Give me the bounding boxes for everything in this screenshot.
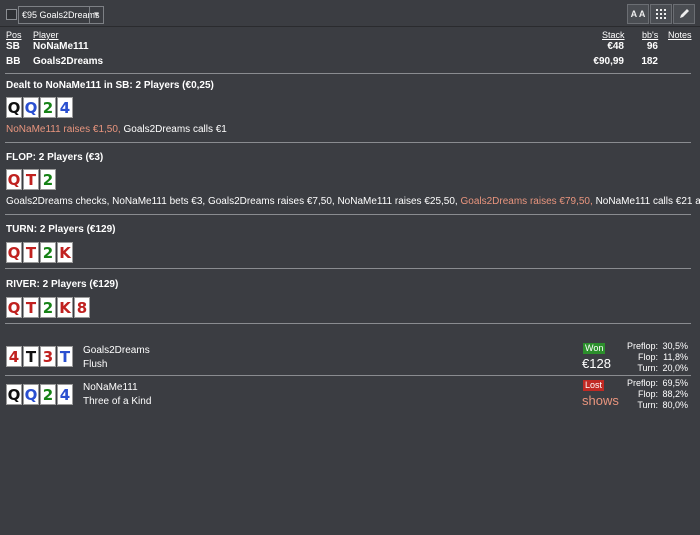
equity-value: 11,8% <box>663 352 688 362</box>
player-stack: €48 <box>607 41 624 52</box>
playing-card: T <box>23 169 39 190</box>
playing-card: K <box>57 297 73 318</box>
equity-value: 80,0% <box>662 400 688 410</box>
equity-label: Flop: <box>637 389 658 399</box>
pencil-icon[interactable] <box>673 4 695 24</box>
equity-label: Flop: <box>637 352 658 362</box>
action-text: Goals2Dreams calls €1 <box>123 124 227 135</box>
flop-cards: QT2 <box>6 169 57 191</box>
player-bbs: 182 <box>641 56 658 67</box>
playing-card: 4 <box>6 346 22 367</box>
playing-card: 2 <box>40 97 56 118</box>
playing-card: 4 <box>57 97 73 118</box>
equity-value: 88,2% <box>662 389 688 399</box>
divider <box>5 214 691 215</box>
divider <box>5 268 691 269</box>
showdown-cards: 4T3T <box>6 346 74 368</box>
preflop-actions: NoNaMe111 raises €1,50, Goals2Dreams cal… <box>6 124 227 135</box>
player-pos: SB <box>6 41 20 52</box>
col-header-notes[interactable]: Notes <box>668 30 692 40</box>
player-name[interactable]: Goals2Dreams <box>33 56 103 67</box>
playing-card: K <box>57 242 73 263</box>
divider <box>5 142 691 143</box>
hole-cards: QQ24 <box>6 97 74 119</box>
playing-card: 2 <box>40 169 56 190</box>
col-header-bbs[interactable]: bb's <box>642 30 658 40</box>
divider <box>5 73 691 74</box>
col-header-stack[interactable]: Stack <box>602 30 625 40</box>
flop-actions: Goals2Dreams checks, NoNaMe111 bets €3, … <box>6 196 700 207</box>
action-highlight: NoNaMe111 raises €1,50, <box>6 124 121 135</box>
won-amount: €128 <box>582 356 611 371</box>
toolbar: €95 Goals2Dreams ▼ A A <box>0 0 700 27</box>
preflop-title: Dealt to NoNaMe111 in SB: 2 Players (€0,… <box>6 80 214 91</box>
playing-card: Q <box>6 242 22 263</box>
equity-value: 30,5% <box>662 341 688 351</box>
playing-card: 2 <box>40 297 56 318</box>
playing-card: T <box>23 297 39 318</box>
turn-title: TURN: 2 Players (€129) <box>6 224 116 235</box>
river-cards: QT2K8 <box>6 297 91 319</box>
playing-card: 4 <box>57 384 73 405</box>
hand-selector-value: €95 Goals2Dreams <box>22 10 100 20</box>
result-hand: Three of a Kind <box>83 396 152 407</box>
equity-label: Preflop: <box>626 378 658 388</box>
result-player-name[interactable]: Goals2Dreams <box>83 345 150 356</box>
player-pos: BB <box>6 56 21 67</box>
playing-card: Q <box>6 297 22 318</box>
equity-label: Preflop: <box>626 341 658 351</box>
grid-icon[interactable] <box>650 4 672 24</box>
action-text: NoNaMe111 calls €21 all-in <box>595 196 700 207</box>
font-size-button[interactable]: A A <box>627 4 649 24</box>
divider <box>5 375 691 376</box>
playing-card: Q <box>23 97 39 118</box>
col-header-pos[interactable]: Pos <box>6 30 22 40</box>
player-name[interactable]: NoNaMe111 <box>33 41 89 52</box>
player-bbs: 96 <box>646 41 658 52</box>
playing-card: 2 <box>40 242 56 263</box>
playing-card: T <box>23 346 39 367</box>
col-header-player[interactable]: Player <box>33 30 59 40</box>
result-hand: Flush <box>83 359 108 370</box>
action-text: Goals2Dreams checks, NoNaMe111 bets €3, … <box>6 196 458 207</box>
flop-title: FLOP: 2 Players (€3) <box>6 152 104 163</box>
playing-card: Q <box>6 169 22 190</box>
playing-card: Q <box>6 97 22 118</box>
playing-card: Q <box>6 384 22 405</box>
divider <box>5 323 691 324</box>
won-badge: Won <box>583 343 606 354</box>
select-checkbox[interactable] <box>6 9 17 20</box>
playing-card: Q <box>23 384 39 405</box>
equity-value: 69,5% <box>662 378 688 388</box>
playing-card: 2 <box>40 384 56 405</box>
playing-card: T <box>23 242 39 263</box>
showdown-cards: QQ24 <box>6 384 74 406</box>
equity-value: 20,0% <box>662 363 688 373</box>
equity-label: Turn: <box>637 400 658 410</box>
turn-cards: QT2K <box>6 242 74 264</box>
equity-label: Turn: <box>637 363 658 373</box>
chevron-down-icon[interactable]: ▼ <box>89 7 103 23</box>
playing-card: T <box>57 346 73 367</box>
result-player-name[interactable]: NoNaMe111 <box>83 382 138 393</box>
lost-badge: Lost <box>583 380 605 391</box>
hand-selector-dropdown[interactable]: €95 Goals2Dreams ▼ <box>18 6 104 24</box>
river-title: RIVER: 2 Players (€129) <box>6 279 119 290</box>
playing-card: 8 <box>74 297 90 318</box>
playing-card: 3 <box>40 346 56 367</box>
action-highlight: Goals2Dreams raises €79,50, <box>460 196 593 207</box>
player-stack: €90,99 <box>593 56 624 67</box>
